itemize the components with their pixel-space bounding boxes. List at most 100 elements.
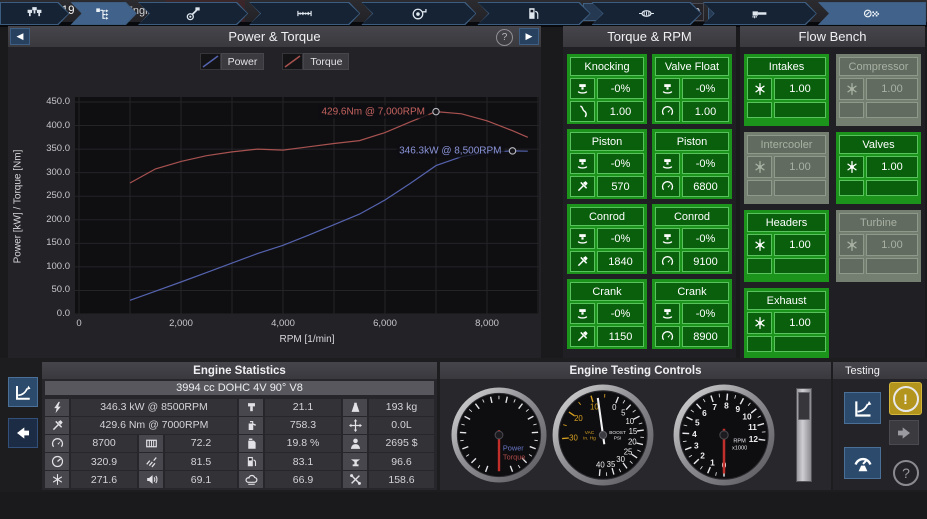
- piston-hand-icon: [576, 232, 589, 245]
- test-graph-button[interactable]: [844, 392, 881, 424]
- card-empty-row: [747, 180, 826, 196]
- bottom-end-icon: [185, 5, 202, 22]
- toolbar-tab-turbo[interactable]: [361, 2, 476, 25]
- torque-card-piston[interactable]: Piston -0% 6800: [652, 129, 732, 199]
- card-empty-cell: [747, 102, 772, 118]
- toolbar-tab-bottom-end[interactable]: [138, 2, 248, 25]
- flow-icon: [753, 82, 767, 96]
- torque-card-conrod[interactable]: Conrod -0% 1840: [567, 204, 647, 274]
- toolbar-tab-variant-tree[interactable]: [70, 2, 137, 25]
- toolbar-tab-testing-flag[interactable]: [817, 2, 926, 25]
- card-value: 9100: [682, 251, 729, 272]
- flow-card-compressor[interactable]: Compressor 1.00: [836, 54, 921, 126]
- card-icon-cell: [655, 303, 680, 324]
- card-icon-cell: [747, 78, 772, 100]
- torque-card-crank[interactable]: Crank -0% 8900: [652, 279, 732, 349]
- toolbar-tab-pistons[interactable]: [0, 2, 69, 25]
- card-row: 1.00: [839, 156, 918, 178]
- warning-button[interactable]: !: [889, 382, 922, 415]
- tachometer-gauge: 0123456789101112RPMx1000: [672, 383, 776, 487]
- engine-statistics-title: Engine Statistics: [193, 364, 286, 377]
- torque-card-piston[interactable]: Piston -0% 570: [567, 129, 647, 199]
- flow-card-headers[interactable]: Headers 1.00: [744, 210, 829, 282]
- throttle-slider-handle[interactable]: [798, 392, 810, 420]
- card-value: -0%: [682, 153, 729, 174]
- dyno-test-button[interactable]: [844, 447, 881, 479]
- flow-card-exhaust[interactable]: Exhaust 1.00: [744, 288, 829, 360]
- stat-value: 81.5: [165, 453, 237, 470]
- torque-rpm-cards: Knocking -0% 1.00 Valve Float -0% 1.00 Piston -…: [567, 54, 732, 349]
- snowflake-icon: [51, 473, 64, 486]
- card-title: Valves: [839, 135, 918, 154]
- torque-card-conrod[interactable]: Conrod -0% 9100: [652, 204, 732, 274]
- card-value: 1840: [597, 251, 644, 272]
- chart-help-icon[interactable]: ?: [496, 29, 513, 46]
- stat-value: 193 kg: [369, 399, 434, 416]
- card-row: 1.00: [570, 101, 644, 122]
- piston-hand-icon: [661, 232, 674, 245]
- piston-hand-icon: [576, 307, 589, 320]
- card-empty-cell: [866, 180, 918, 196]
- card-empty-row: [839, 258, 918, 274]
- legend-toggle-power[interactable]: Power: [199, 53, 265, 70]
- torque-card-crank[interactable]: Crank -0% 1150: [567, 279, 647, 349]
- throttle-slider[interactable]: [796, 388, 812, 482]
- piston-hand-icon: [576, 157, 589, 170]
- tab-face: [362, 3, 475, 24]
- flow-card-turbine[interactable]: Turbine 1.00: [836, 210, 921, 282]
- svg-text:12: 12: [749, 434, 759, 444]
- stat-value: 8700: [71, 435, 137, 452]
- card-value: -0%: [682, 78, 729, 99]
- stat-value: 69.1: [165, 471, 237, 488]
- card-title: Headers: [747, 213, 826, 232]
- torque-card-valve-float[interactable]: Valve Float -0% 1.00: [652, 54, 732, 124]
- muffler-icon: [638, 5, 655, 22]
- dyno-graph-button[interactable]: [8, 377, 38, 407]
- legend-label: Torque: [303, 53, 350, 70]
- fuel-pump-stat-cell: [239, 453, 263, 470]
- continue-button[interactable]: [889, 420, 919, 445]
- card-empty-cell: [866, 102, 918, 118]
- rpm-dial-icon: [661, 180, 674, 193]
- card-row: 8900: [655, 326, 729, 347]
- flow-card-valves[interactable]: Valves 1.00: [836, 132, 921, 204]
- card-icon-cell: [570, 251, 595, 272]
- toolbar-tab-top-end[interactable]: [249, 2, 360, 25]
- legend-toggle-torque[interactable]: Torque: [282, 53, 350, 70]
- engineer-icon: [349, 437, 362, 450]
- stat-value: 429.6 Nm @ 7000RPM: [71, 417, 237, 434]
- card-row: -0%: [655, 228, 729, 249]
- torque-card-knocking[interactable]: Knocking -0% 1.00: [567, 54, 647, 124]
- rpm-dial-stat-cell: [45, 435, 69, 452]
- svg-text:5: 5: [695, 417, 700, 427]
- next-graph-button[interactable]: ▶: [519, 28, 539, 45]
- flow-card-intakes[interactable]: Intakes 1.00: [744, 54, 829, 126]
- card-empty-cell: [774, 180, 826, 196]
- fuel-can-icon: [245, 437, 258, 450]
- tools-icon: [51, 419, 64, 432]
- svg-text:11: 11: [748, 422, 757, 432]
- stat-value: 66.9: [265, 471, 341, 488]
- card-value: 1.00: [774, 156, 826, 178]
- card-value: -0%: [597, 303, 644, 324]
- card-empty-cell: [839, 180, 864, 196]
- stat-value: 72.2: [165, 435, 237, 452]
- power-torque-panel: ◀ Power & Torque ? ▶ Power Torque Power […: [8, 26, 541, 358]
- card-value: 570: [597, 176, 644, 197]
- testing-flag-icon: [864, 9, 880, 18]
- toolbar-tab-brush[interactable]: [703, 2, 817, 25]
- size-stat-cell: [343, 417, 367, 434]
- back-button[interactable]: [8, 418, 38, 448]
- toolbar-tab-muffler[interactable]: [592, 2, 702, 25]
- card-row: 1.00: [747, 312, 826, 334]
- card-value: 1.00: [866, 78, 918, 100]
- stat-value: 158.6: [369, 471, 434, 488]
- card-icon-cell: [655, 78, 680, 99]
- toolbar-tab-fuel-pump[interactable]: [477, 2, 590, 25]
- turbo-icon: [410, 5, 427, 22]
- help-button[interactable]: ?: [893, 460, 919, 486]
- prev-graph-button[interactable]: ◀: [10, 28, 30, 45]
- svg-text:2: 2: [700, 451, 705, 461]
- flow-card-intercooler[interactable]: Intercooler 1.00: [744, 132, 829, 204]
- testing-controls-panel: Engine Testing Controls Power Torque 0 5 10…: [440, 362, 831, 490]
